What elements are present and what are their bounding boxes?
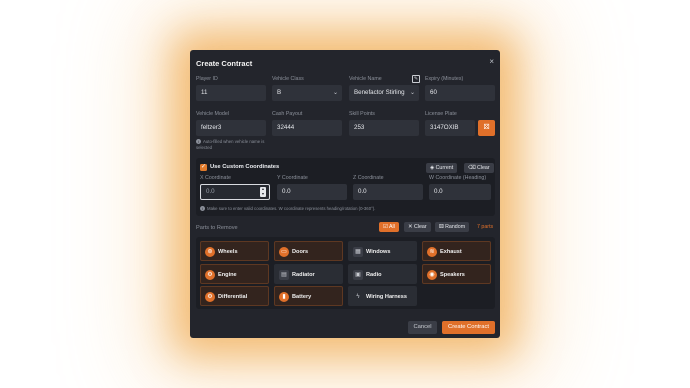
part-label: Doors xyxy=(292,249,309,255)
coords-hint: i Make sure to enter valid coordinates. W… xyxy=(200,206,490,212)
parts-count: 7 parts xyxy=(477,224,494,230)
license-plate-input[interactable]: 3147OXIB xyxy=(425,120,475,136)
cash-payout-label: Cash Payout xyxy=(272,111,303,117)
vehicle-name-value: Benefactor Stirling xyxy=(354,89,405,96)
x-coord-label: X Coordinate xyxy=(200,175,231,181)
expiry-input[interactable]: 60 xyxy=(425,85,495,101)
parts-grid: ⊛ Wheels ▭ Doors ▦ Windows ≋ Exhaust ⚙ Engine ▤ Rad… xyxy=(196,237,495,309)
vehicle-class-value: B xyxy=(277,89,282,96)
part-label: Exhaust xyxy=(440,249,462,255)
part-toggle-doors[interactable]: ▭ Doors xyxy=(274,241,343,261)
randomize-plate-button[interactable]: ⚄ xyxy=(478,120,495,136)
eraser-icon: ⌫ xyxy=(468,165,476,171)
door-icon: ▭ xyxy=(279,247,289,257)
window-icon: ▦ xyxy=(353,247,363,257)
part-label: Speakers xyxy=(440,271,465,278)
differential-icon: ⚙ xyxy=(205,292,215,302)
battery-icon: ▮ xyxy=(279,292,289,302)
vehicle-model-hint: i Auto-filled when vehicle name is select… xyxy=(196,139,265,150)
part-label: Windows xyxy=(366,249,391,255)
vehicle-class-select[interactable]: B ⌄ xyxy=(272,85,342,101)
vehicle-name-label: Vehicle Name xyxy=(349,76,382,82)
license-plate-label: License Plate xyxy=(425,111,457,117)
skill-points-input[interactable]: 253 xyxy=(349,120,419,136)
w-coord-label: W Coordinate (Heading) xyxy=(429,175,487,181)
stepper-icon[interactable]: ▲ ▼ xyxy=(260,187,266,197)
player-id-input[interactable]: 11 xyxy=(196,85,266,101)
w-coord-input[interactable]: 0.0 xyxy=(429,184,491,200)
use-custom-coords-checkbox[interactable]: ✓ xyxy=(200,164,207,171)
engine-icon: ⚙ xyxy=(205,269,215,280)
expiry-label: Expiry (Minutes) xyxy=(425,76,464,82)
create-contract-button[interactable]: Create Contract xyxy=(442,321,495,334)
bolt-icon: ϟ xyxy=(356,294,360,300)
part-label: Wheels xyxy=(218,249,238,255)
part-label: Radio xyxy=(366,271,382,278)
part-toggle-radio[interactable]: ▣ Radio xyxy=(348,263,417,284)
clear-coords-button[interactable]: ⌫ Clear xyxy=(464,163,494,173)
radiator-icon: ▤ xyxy=(279,269,289,280)
part-label: Radiator xyxy=(292,271,315,278)
z-coord-label: Z Coordinate xyxy=(353,175,384,181)
x-coord-input[interactable]: 0.0 ▲ ▼ xyxy=(200,184,270,200)
create-contract-modal: Create Contract × Player ID 11 Vehicle C… xyxy=(190,50,500,338)
part-toggle-exhaust[interactable]: ≋ Exhaust xyxy=(422,241,491,261)
y-coord-label: Y Coordinate xyxy=(277,175,308,181)
radio-icon: ▣ xyxy=(353,269,363,280)
exhaust-icon: ≋ xyxy=(427,247,437,257)
part-toggle-battery[interactable]: ▮ Battery xyxy=(274,286,343,306)
chevron-down-icon: ⌄ xyxy=(408,85,415,101)
player-id-label: Player ID xyxy=(196,76,218,82)
edit-icon[interactable]: ✎ xyxy=(412,75,420,83)
dice-icon: ⚄ xyxy=(439,224,444,230)
parts-label: Parts to Remove xyxy=(196,225,238,231)
vehicle-class-label: Vehicle Class xyxy=(272,76,304,82)
part-toggle-radiator[interactable]: ▤ Radiator xyxy=(274,263,343,284)
part-toggle-engine[interactable]: ⚙ Engine xyxy=(200,263,269,284)
part-toggle-wheels[interactable]: ⊛ Wheels xyxy=(200,241,269,261)
cancel-button[interactable]: Cancel xyxy=(408,321,437,334)
use-custom-coords-label: Use Custom Coordinates xyxy=(210,164,280,170)
part-label: Engine xyxy=(218,271,237,278)
part-label: Differential xyxy=(218,294,248,300)
chevron-down-icon: ⌄ xyxy=(332,90,338,96)
vehicle-model-input[interactable]: feltzer3 xyxy=(196,120,266,136)
part-toggle-differential[interactable]: ⚙ Differential xyxy=(200,286,269,306)
cash-payout-input[interactable]: 32444 xyxy=(272,120,342,136)
current-coords-button[interactable]: ◈ Current xyxy=(426,163,458,173)
random-parts-button[interactable]: ⚄ Random xyxy=(435,222,470,232)
part-toggle-wiring-harness[interactable]: ϟ Wiring Harness xyxy=(348,286,417,306)
info-icon: i xyxy=(200,206,205,212)
dice-icon: ⚄ xyxy=(483,124,490,131)
skill-points-label: Skill Points xyxy=(349,111,375,117)
vehicle-name-select[interactable]: Benefactor Stirling ⌄ xyxy=(349,85,419,101)
coordinates-panel: ✓ Use Custom Coordinates ◈ Current ⌫ Cle… xyxy=(196,158,495,216)
crosshair-icon: ◈ xyxy=(430,165,435,171)
z-coord-input[interactable]: 0.0 xyxy=(353,184,423,200)
part-toggle-windows[interactable]: ▦ Windows xyxy=(348,241,417,261)
clear-parts-button[interactable]: ✕ Clear xyxy=(404,222,431,232)
part-toggle-speakers[interactable]: ◉ Speakers xyxy=(422,263,491,284)
modal-title: Create Contract xyxy=(196,59,253,68)
close-icon: ✕ xyxy=(408,224,413,230)
close-icon[interactable]: × xyxy=(489,57,494,66)
speaker-icon: ◉ xyxy=(427,269,437,280)
select-all-parts-button[interactable]: ☑ All xyxy=(379,222,399,232)
part-label: Wiring Harness xyxy=(366,294,407,300)
check-icon: ☑ xyxy=(383,224,388,230)
wheel-icon: ⊛ xyxy=(205,247,215,257)
vehicle-model-label: Vehicle Model xyxy=(196,111,229,117)
part-label: Battery xyxy=(292,294,312,300)
y-coord-input[interactable]: 0.0 xyxy=(277,184,347,200)
